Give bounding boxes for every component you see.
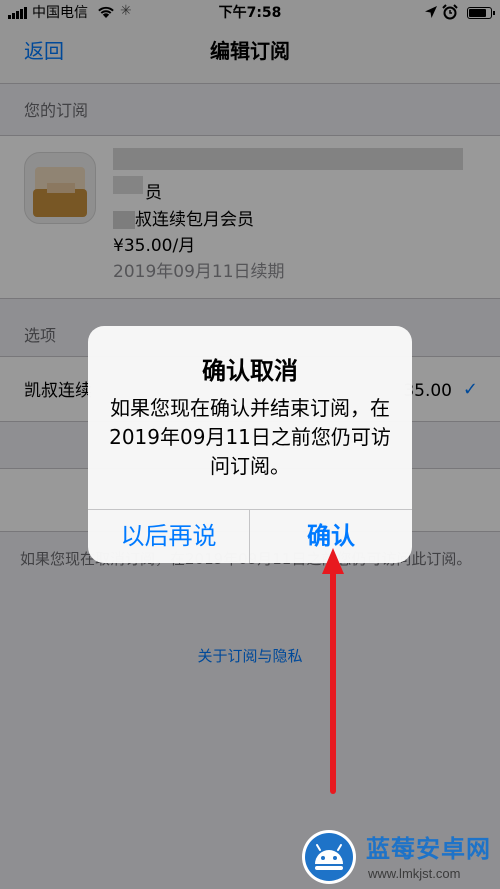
watermark: 蓝莓安卓网 www.lmkjst.com (300, 830, 500, 889)
later-button[interactable]: 以后再说 (88, 510, 249, 563)
watermark-title: 蓝莓安卓网 (366, 835, 491, 863)
android-robot-icon (305, 833, 353, 881)
alert-message: 如果您现在确认并结束订阅，在2019年09月11日之前您仍可访问订阅。 (109, 396, 391, 478)
confirm-cancel-alert: 确认取消 如果您现在确认并结束订阅，在2019年09月11日之前您仍可访问订阅。… (88, 326, 412, 563)
watermark-url: www.lmkjst.com (368, 866, 461, 881)
watermark-badge (302, 830, 356, 884)
alert-title: 确认取消 (202, 357, 298, 385)
annotation-arrow-icon (322, 548, 344, 794)
